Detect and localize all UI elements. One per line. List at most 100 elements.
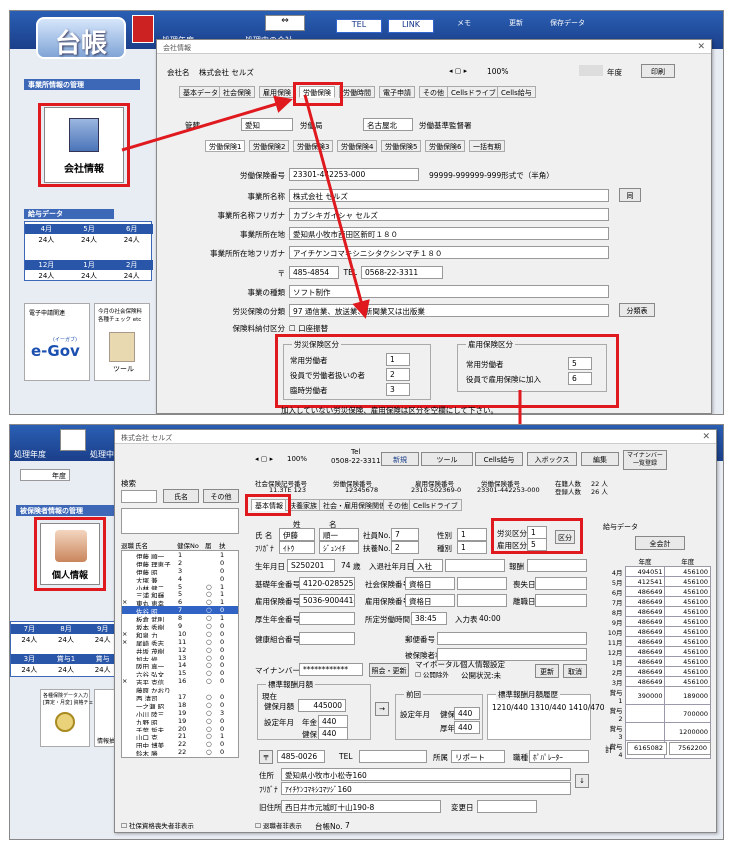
close-icon-2[interactable]: ✕	[702, 432, 710, 442]
reward-field[interactable]	[527, 559, 587, 572]
shaho-date-field[interactable]: 資格日	[405, 577, 455, 590]
list-filter-checkbox[interactable]: ☐ 社保資格喪失者非表示	[121, 820, 194, 830]
mei-field[interactable]: 順一	[319, 528, 359, 541]
list-item[interactable]: 伊藤 昭 3 0	[122, 567, 238, 575]
zip-field-2[interactable]: 485-0026	[277, 750, 325, 763]
list-item[interactable]: 六谷 弘文 15 ○ 0	[122, 669, 238, 677]
list-item[interactable]: 九野 昭 19 ○ 0	[122, 717, 238, 725]
menu-fiscal-year-2[interactable]: 処理年度	[14, 449, 46, 460]
salary-row[interactable]: 4月 494051 456100	[605, 566, 711, 577]
loss-field[interactable]	[535, 577, 587, 590]
month-cell[interactable]: 8月	[48, 624, 85, 634]
cancel-button[interactable]: 取消	[563, 664, 587, 678]
kenpo-union-field[interactable]	[299, 632, 355, 645]
job-select[interactable]: ﾎﾟﾊﾟﾚｰﾀｰ	[529, 750, 589, 763]
tool-button[interactable]: ツール	[421, 452, 473, 466]
inbox-button[interactable]: 入ボックス	[527, 452, 577, 466]
dependent-no-field[interactable]: 2	[391, 541, 419, 554]
mynumber-list-button[interactable]: マイナンバー 一覧登録	[623, 450, 667, 470]
sex-select[interactable]: 1	[457, 528, 487, 541]
year-field[interactable]: 年度	[20, 469, 70, 481]
edit-button[interactable]: 編集	[581, 452, 619, 466]
tool-panel-1[interactable]: 各種保険データ入力 [算定・月変] 資格チェック	[40, 689, 104, 747]
list-item[interactable]: 鈴木 勝 22 ○ 0	[122, 748, 238, 756]
list-item[interactable]: 西 清司 17 ○ 0	[122, 693, 238, 701]
list-item[interactable]: 藤原 かおり	[122, 685, 238, 693]
search-result-box[interactable]	[121, 508, 239, 534]
salary-row[interactable]: 賞与1 390000 189000	[605, 686, 711, 705]
salary-row[interactable]: 7月 486649 456100	[605, 596, 711, 607]
prev-kenpo-field[interactable]: 440	[454, 707, 480, 720]
sei-field[interactable]: 伊藤	[279, 528, 315, 541]
tel-field-2[interactable]	[359, 750, 427, 763]
salary-row[interactable]: 3月 486649 456100	[605, 676, 711, 687]
salary-row[interactable]: 5月 412541 456100	[605, 576, 711, 587]
prev-nenkin-field[interactable]: 440	[454, 721, 480, 734]
list-item[interactable]: 加古 修 13 ○ 0	[122, 654, 238, 662]
public-exclude-checkbox[interactable]: ☐ 公開除外	[415, 669, 449, 679]
shaho-sel[interactable]	[457, 577, 507, 590]
list-item[interactable]: 伊藤 順一 1 1	[122, 551, 238, 559]
month-cell[interactable]: 賞与1	[48, 654, 85, 664]
list-item[interactable]: 田中 博美 22 ○ 0	[122, 740, 238, 748]
join-date-field[interactable]	[445, 559, 505, 572]
list-item[interactable]: 坂本 秀樹 9 ○ 0	[122, 622, 238, 630]
list-item[interactable]: 三浦 和輝 5 ○ 1	[122, 590, 238, 598]
change-date-field[interactable]	[477, 800, 537, 813]
month-cell[interactable]: 7月	[11, 624, 48, 634]
koyo-no-field[interactable]: 5036-900441-7	[299, 594, 355, 607]
salary-row[interactable]: 9月 486649 456100	[605, 616, 711, 627]
tab-insurance[interactable]: 社会・雇用保険関係	[319, 499, 390, 511]
list-item[interactable]: 伊藤 理恵子 2 0	[122, 559, 238, 567]
list-item[interactable]: 板倉 武則 8 ○ 1	[122, 614, 238, 622]
work-hours-field[interactable]: 38:45	[411, 612, 447, 625]
salary-row[interactable]: 8月 486649 456100	[605, 606, 711, 617]
address-kana-field[interactable]: ｱｲﾁｹﾝｺﾏｷｼｺﾏﾂｼﾞ160	[281, 782, 571, 795]
update-button-2[interactable]: 更新	[535, 664, 559, 678]
kosei-field[interactable]	[299, 612, 355, 625]
salary-row[interactable]: 2月 486649 456100	[605, 666, 711, 677]
copy-arrow-button[interactable]: →	[375, 702, 389, 716]
search-other-button[interactable]: その他	[203, 489, 239, 503]
tab-cells-drive-2[interactable]: Cellsドライブ	[409, 499, 462, 511]
tab-other-2[interactable]: その他	[383, 499, 412, 511]
list-item[interactable]: 佐谷 昭 7 ○ 0	[122, 606, 238, 615]
all-accounts-button[interactable]: 全会計	[635, 536, 685, 550]
std-kenpo-field[interactable]: 440	[318, 727, 348, 740]
list-item[interactable]: 大塚 兼 4 0	[122, 575, 238, 583]
employee-list[interactable]: 伊藤 順一 1 1 伊藤 理恵子 2 0 伊藤 昭 3 0 大塚 兼 4 0 小林 健二 5 ○ 1 三浦 和輝…	[121, 550, 239, 758]
list-item[interactable]: 千葉 哲夫 20 ○ 0	[122, 725, 238, 733]
confirm-update-button[interactable]: 照会・更新	[369, 663, 409, 677]
list-item[interactable]: × 尾崎 秀志 11 ○ 0	[122, 638, 238, 646]
search-input[interactable]	[121, 490, 157, 503]
kind-select[interactable]: 1	[457, 541, 487, 554]
leave-field[interactable]	[535, 594, 587, 607]
list-item[interactable]: × 東丸 恵幸 6 ○ 1	[122, 598, 238, 606]
salary-row[interactable]: 10月 486649 456100	[605, 626, 711, 637]
list-item[interactable]: 阪田 真一 14 ○ 0	[122, 661, 238, 669]
list-item[interactable]: 山口 克 21 ○ 1	[122, 732, 238, 740]
new-button[interactable]: 新規	[381, 452, 419, 466]
salary-row[interactable]: 11月 486649 456100	[605, 636, 711, 647]
nav-arrows-2[interactable]: ◂ ▢ ▸	[255, 455, 273, 463]
postal-select[interactable]	[437, 632, 587, 645]
pension-no-field[interactable]: 4120-028525	[299, 577, 355, 590]
join-type-select[interactable]: 入社	[413, 559, 443, 572]
address-field[interactable]: 愛知県小牧市小松寺160	[281, 768, 571, 781]
employee-no-field[interactable]: 7	[391, 528, 419, 541]
list-item[interactable]: 一之瀬 昭 18 ○ 0	[122, 701, 238, 709]
sei-kana-field[interactable]: ｲﾄｳ	[279, 541, 315, 554]
salary-row[interactable]: 1月 486649 456100	[605, 656, 711, 667]
search-name-button[interactable]: 氏名	[163, 489, 199, 503]
month-cell[interactable]: 3月	[11, 654, 48, 664]
koyo-sel[interactable]	[457, 594, 507, 607]
cells-salary-button[interactable]: Cells給与	[475, 452, 523, 466]
salary-row[interactable]: 12月 486649 456100	[605, 646, 711, 657]
old-address-field[interactable]: 西日井市元城町十山190-8	[281, 800, 441, 813]
calendar-icon[interactable]	[60, 429, 86, 451]
salary-row[interactable]: 賞与3 1200000	[605, 722, 711, 741]
affiliation-select[interactable]: リポート	[451, 750, 505, 763]
kenpo-monthly-field[interactable]: 445000	[298, 699, 346, 712]
list-item[interactable]: 小川 陸三 19 ○ 3	[122, 709, 238, 717]
salary-row[interactable]: 6月 486649 456100	[605, 586, 711, 597]
